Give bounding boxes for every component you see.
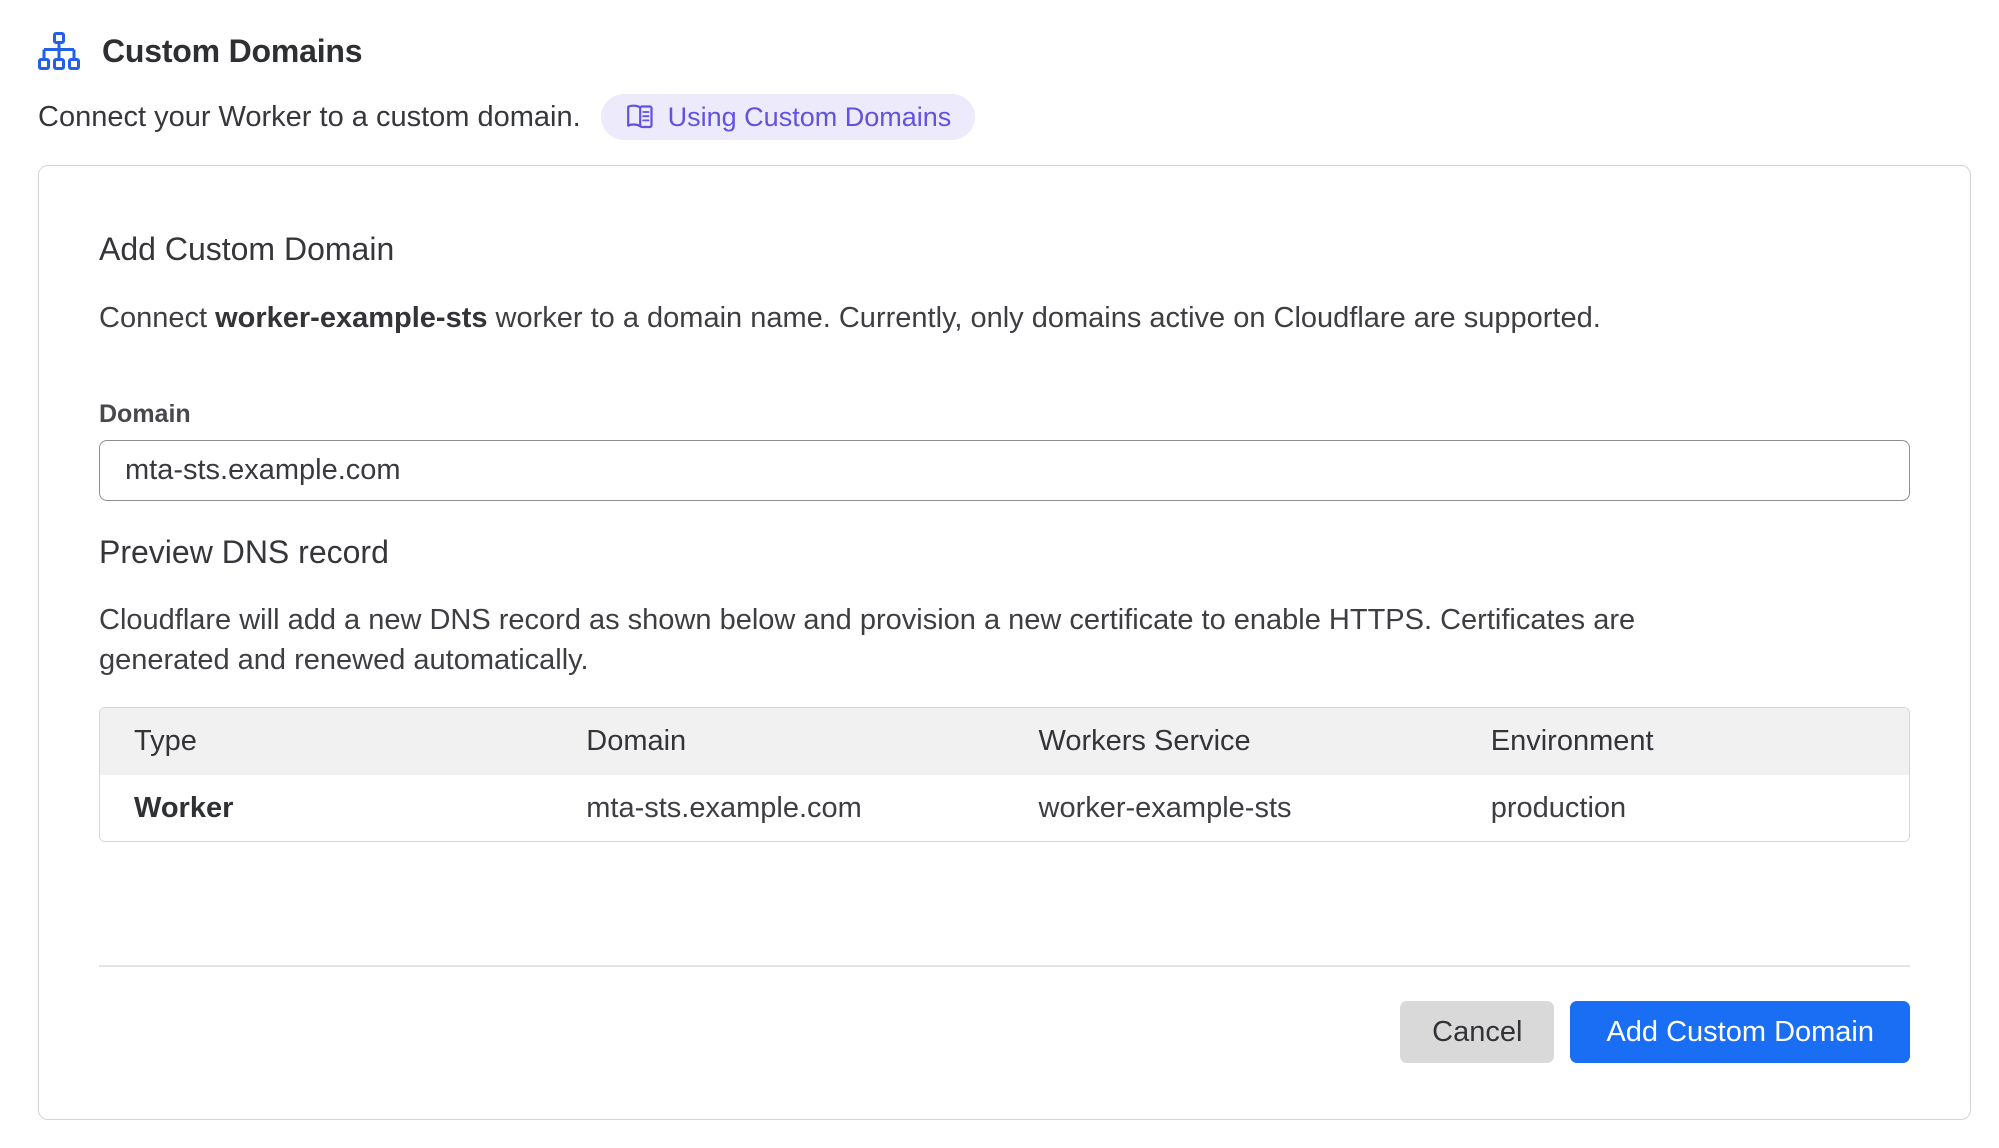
add-custom-domain-card: Add Custom Domain Connect worker-example…: [38, 165, 1971, 1120]
preview-dns-line2: generated and renewed automatically.: [99, 640, 1910, 680]
custom-domains-page: Custom Domains Connect your Worker to a …: [0, 0, 1999, 1120]
card-intro-text: Connect worker-example-sts worker to a d…: [99, 299, 1910, 337]
intro-prefix: Connect: [99, 302, 215, 334]
cell-workers-service: worker-example-sts: [1005, 775, 1457, 841]
dns-preview-table: Type Domain Workers Service Environment …: [99, 707, 1910, 842]
page-header: Custom Domains: [38, 30, 1971, 72]
cell-domain: mta-sts.example.com: [552, 775, 1004, 841]
page-subtitle: Connect your Worker to a custom domain.: [38, 101, 581, 134]
worker-name: worker-example-sts: [215, 302, 487, 334]
column-header-environment: Environment: [1457, 708, 1909, 775]
column-header-domain: Domain: [552, 708, 1004, 775]
page-subtitle-row: Connect your Worker to a custom domain. …: [38, 94, 1971, 140]
footer-divider: [99, 965, 1910, 967]
column-header-type: Type: [100, 708, 552, 775]
sitemap-icon: [38, 32, 80, 70]
docs-link-label: Using Custom Domains: [668, 102, 952, 133]
preview-dns-heading: Preview DNS record: [99, 533, 1910, 571]
intro-suffix: worker to a domain name. Currently, only…: [487, 302, 1600, 334]
domain-field-label: Domain: [99, 399, 1910, 429]
docs-link-using-custom-domains[interactable]: Using Custom Domains: [601, 94, 976, 140]
page-title: Custom Domains: [102, 33, 362, 70]
table-header: Type Domain Workers Service Environment: [100, 708, 1909, 775]
card-actions: Cancel Add Custom Domain: [99, 1001, 1910, 1063]
table-row: Worker mta-sts.example.com worker-exampl…: [100, 775, 1909, 841]
cancel-button[interactable]: Cancel: [1400, 1001, 1554, 1063]
preview-dns-line1: Cloudflare will add a new DNS record as …: [99, 600, 1910, 640]
preview-dns-description: Cloudflare will add a new DNS record as …: [99, 600, 1910, 680]
card-heading: Add Custom Domain: [99, 230, 1910, 268]
open-book-icon: [625, 102, 655, 132]
cell-environment: production: [1457, 775, 1909, 841]
column-header-workers-service: Workers Service: [1005, 708, 1457, 775]
domain-input[interactable]: [99, 440, 1910, 501]
cell-type: Worker: [100, 775, 552, 841]
add-custom-domain-button[interactable]: Add Custom Domain: [1570, 1001, 1910, 1063]
